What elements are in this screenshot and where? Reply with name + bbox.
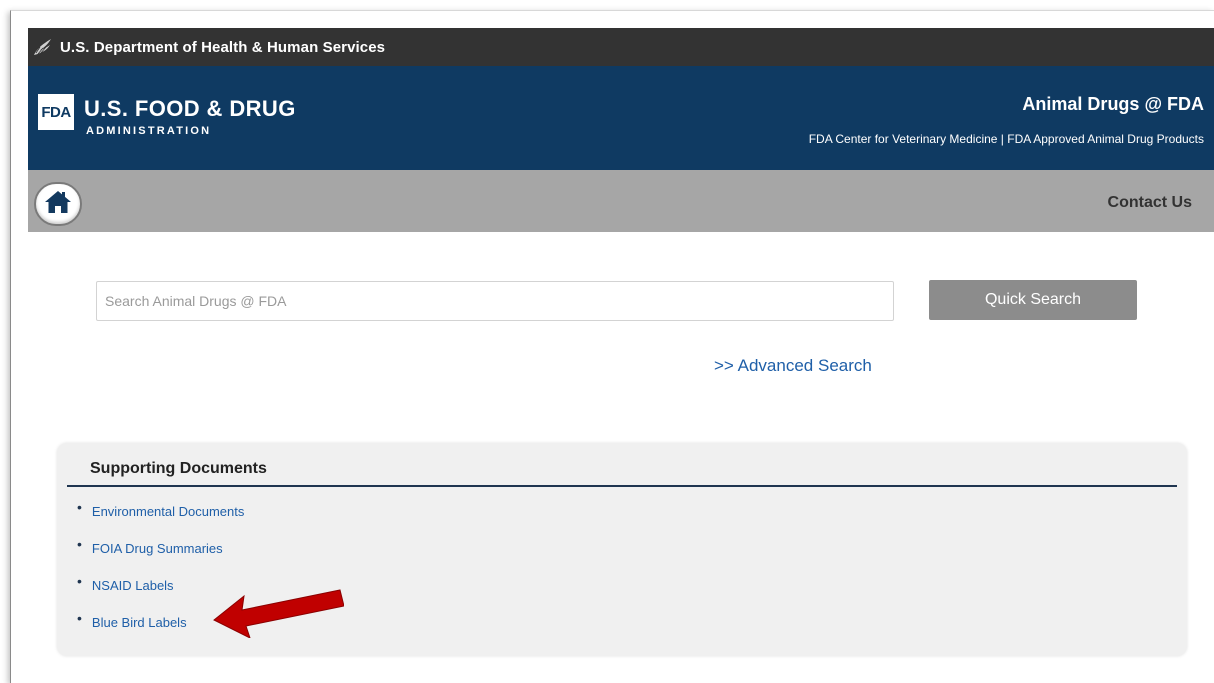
environmental-documents-link[interactable]: Environmental Documents — [92, 503, 244, 521]
fda-header: FDA U.S. FOOD & DRUG ADMINISTRATION Anim… — [28, 66, 1214, 170]
home-icon — [43, 189, 73, 220]
home-button[interactable] — [34, 182, 82, 226]
advanced-search-link[interactable]: >> Advanced Search — [714, 356, 872, 376]
quick-search-button[interactable]: Quick Search — [929, 280, 1137, 320]
fda-logo[interactable]: FDA — [38, 94, 74, 130]
list-item: • FOIA Drug Summaries — [77, 536, 244, 575]
bullet-icon: • — [77, 499, 82, 515]
bullet-icon: • — [77, 536, 82, 552]
foia-drug-summaries-link[interactable]: FOIA Drug Summaries — [92, 540, 223, 558]
site-title: Animal Drugs @ FDA — [1022, 94, 1204, 114]
agency-name[interactable]: U.S. FOOD & DRUG — [84, 96, 296, 122]
bullet-icon: • — [77, 573, 82, 589]
contact-us-link[interactable]: Contact Us — [1108, 194, 1192, 212]
bullet-icon: • — [77, 610, 82, 626]
hhs-link[interactable]: U.S. Department of Health & Human Servic… — [60, 39, 385, 56]
search-input[interactable] — [96, 281, 894, 321]
nav-bar: Contact Us — [28, 170, 1214, 232]
hhs-bar: U.S. Department of Health & Human Servic… — [28, 28, 1214, 66]
list-item: • Environmental Documents — [77, 499, 244, 538]
hhs-eagle-icon — [30, 34, 56, 60]
supporting-documents-title: Supporting Documents — [90, 460, 267, 477]
agency-subtitle: ADMINISTRATION — [86, 125, 212, 137]
red-arrow-annotation-icon — [213, 589, 344, 638]
site-subtitle: FDA Center for Veterinary Medicine | FDA… — [808, 132, 1204, 146]
nsaid-labels-link[interactable]: NSAID Labels — [92, 577, 174, 595]
divider — [67, 485, 1177, 487]
blue-bird-labels-link[interactable]: Blue Bird Labels — [92, 614, 187, 632]
